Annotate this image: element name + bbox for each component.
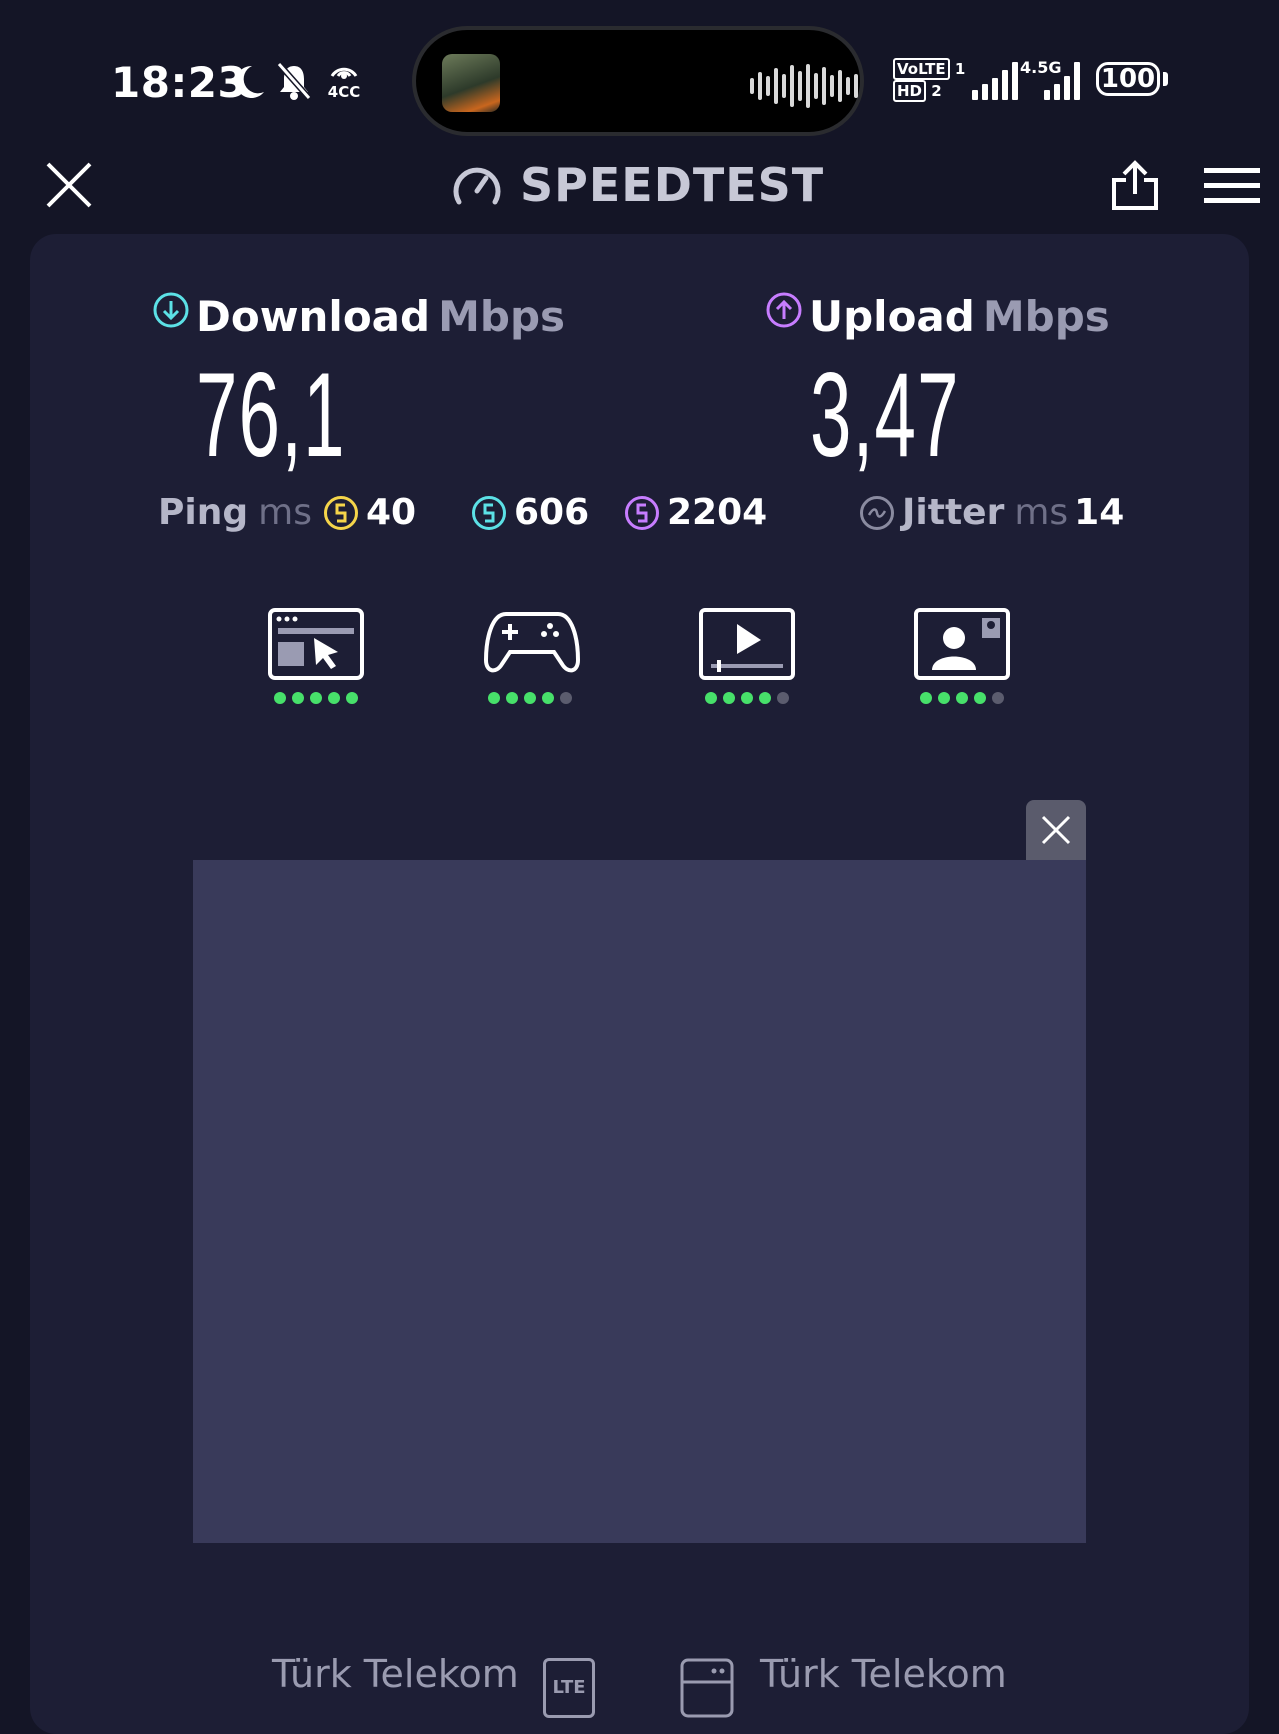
app-title: SPEEDTEST [520,158,825,212]
use-case-videocall[interactable] [914,608,1010,704]
bell-off-icon [276,60,312,106]
ping-upload-value: 2204 [667,492,768,533]
gaming-icon [483,612,581,673]
upload-unit: Mbps [982,292,1110,341]
rating-dot-on [705,692,717,704]
rating-dot-on [274,692,286,704]
jitter-icon [860,495,894,530]
ping-unit: ms [258,492,312,533]
signal-sim1-icon [972,62,1018,100]
download-unit: Mbps [438,292,566,341]
volte-indicator: VoLTE 1 HD 2 [893,58,965,102]
download-label: Download [196,292,431,341]
jitter-stat[interactable]: Jitter ms 14 [860,492,1124,533]
status-time: 18:23 [111,58,248,107]
server-icon [680,1658,734,1722]
download-header: Download Mbps [152,292,565,341]
web-browsing-icon [268,608,364,680]
ad-close-button[interactable] [1026,800,1086,860]
ping-stats[interactable]: Ping ms 40 [158,492,416,533]
ping-download-stat[interactable]: 606 [472,492,589,533]
use-case-video[interactable] [699,608,795,704]
rating-dot-on [741,692,753,704]
use-case-gaming[interactable] [483,608,581,704]
rating-dot-off [560,692,572,704]
rating-dots [920,692,1010,704]
rating-dot-on [524,692,536,704]
upload-value: 3,47 [810,348,960,482]
rating-dot-on [328,692,340,704]
signal-sim2-icon [1044,62,1080,100]
rating-dots [274,692,364,704]
menu-icon [1204,168,1260,203]
ping-upload-icon [625,495,659,530]
cast-icon: 4CC [326,58,362,100]
rating-dot-on [542,692,554,704]
dynamic-island[interactable] [412,26,864,136]
close-icon [46,162,92,208]
rating-dot-off [992,692,1004,704]
rating-dot-on [938,692,950,704]
use-case-web[interactable] [268,608,364,704]
upload-label: Upload [809,292,975,341]
rating-dot-on [759,692,771,704]
upload-arrow-icon [766,292,802,327]
rating-dot-on [920,692,932,704]
close-button[interactable] [44,160,94,214]
lte-icon: LTE [543,1658,595,1718]
audio-waveform-icon [750,61,858,111]
ping-download-icon [472,495,506,530]
share-button[interactable] [1110,160,1160,216]
rating-dot-on [506,692,518,704]
battery-tip [1163,72,1168,86]
menu-button[interactable] [1204,166,1260,210]
moon-icon [230,62,266,106]
ping-label: Ping [158,492,249,533]
video-call-icon [914,608,1010,680]
server-name[interactable]: Türk Telekom [760,1652,1007,1696]
download-value: 76,1 [196,348,346,482]
ping-upload-stat[interactable]: 2204 [625,492,767,533]
download-arrow-icon [153,292,189,327]
rating-dot-on [723,692,735,704]
upload-header: Upload Mbps [765,292,1110,341]
jitter-unit: ms [1014,492,1069,533]
rating-dot-on [488,692,500,704]
battery-indicator: 100 [1096,62,1160,96]
share-icon [1112,160,1158,210]
rating-dot-on [956,692,968,704]
cast-label: 4CC [327,83,361,101]
video-streaming-icon [699,608,795,680]
rating-dot-on [346,692,358,704]
provider-name[interactable]: Türk Telekom [272,1652,519,1696]
rating-dots [705,692,795,704]
rating-dot-on [310,692,322,704]
close-icon [1041,815,1071,845]
provider-tech: LTE [552,1677,586,1698]
ping-idle-icon [323,495,358,530]
rating-dot-on [974,692,986,704]
jitter-value: 14 [1074,492,1125,533]
jitter-label: Jitter [902,492,1005,533]
ad-banner[interactable] [193,860,1086,1543]
rating-dots [488,692,580,704]
ping-download-value: 606 [514,492,590,533]
now-playing-artwork[interactable] [442,54,500,112]
speedtest-logo-icon [452,162,502,210]
ping-idle-value: 40 [365,492,417,533]
rating-dot-on [292,692,304,704]
rating-dot-off [777,692,789,704]
